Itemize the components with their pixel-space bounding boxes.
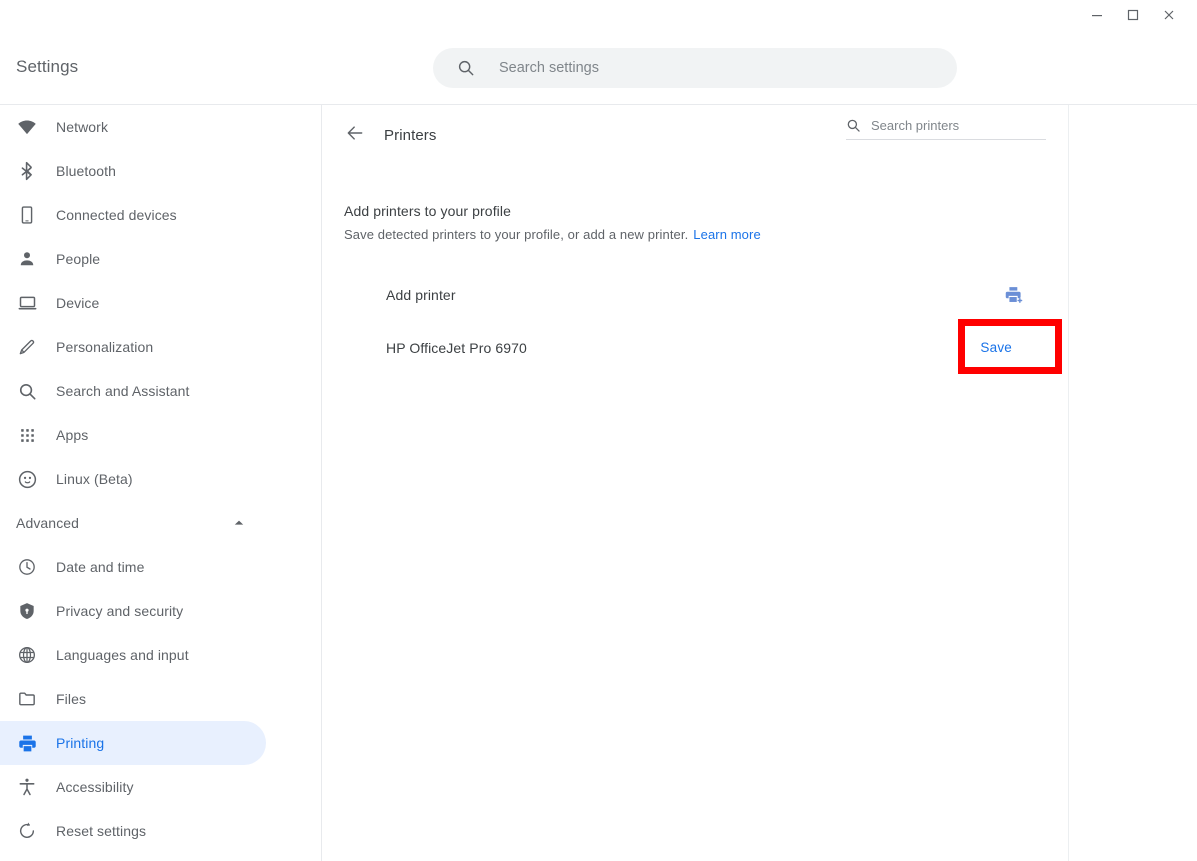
- sidebar-item-label: Privacy and security: [56, 603, 184, 619]
- printer-name: HP OfficeJet Pro 6970: [386, 339, 527, 356]
- sidebar-advanced-toggle[interactable]: Advanced: [0, 501, 321, 545]
- maximize-button[interactable]: [1115, 2, 1151, 28]
- linux-penguin-icon: [16, 468, 38, 490]
- sidebar-item-label: Reset settings: [56, 823, 147, 839]
- sidebar-item-linux-beta[interactable]: Linux (Beta): [0, 457, 266, 501]
- sidebar-item-people[interactable]: People: [0, 237, 266, 281]
- sidebar-item-label: Printing: [56, 735, 105, 751]
- section-description-text: Save detected printers to your profile, …: [344, 227, 689, 242]
- sidebar: Network Bluetooth Connected devices Peop…: [0, 105, 322, 861]
- search-printers-placeholder: Search printers: [871, 118, 960, 133]
- sidebar-item-privacy-and-security[interactable]: Privacy and security: [0, 589, 266, 633]
- printers-header: Printers Search printers: [322, 105, 1068, 165]
- back-button[interactable]: [344, 124, 366, 146]
- sidebar-item-reset-settings[interactable]: Reset settings: [0, 809, 266, 853]
- search-icon: [16, 380, 38, 402]
- sidebar-item-label: Apps: [56, 427, 89, 443]
- sidebar-item-languages-and-input[interactable]: Languages and input: [0, 633, 266, 677]
- person-icon: [16, 248, 38, 270]
- sidebar-item-label: Personalization: [56, 339, 154, 355]
- shield-icon: [16, 600, 38, 622]
- accessibility-icon: [16, 776, 38, 798]
- search-settings-input[interactable]: Search settings: [433, 48, 957, 88]
- search-printers-input[interactable]: Search printers: [846, 118, 1046, 140]
- settings-header: Settings Search settings: [0, 30, 1197, 105]
- sidebar-item-connected-devices[interactable]: Connected devices: [0, 193, 266, 237]
- sidebar-item-label: Languages and input: [56, 647, 189, 663]
- minimize-button[interactable]: [1079, 2, 1115, 28]
- sidebar-item-accessibility[interactable]: Accessibility: [0, 765, 266, 809]
- sidebar-item-personalization[interactable]: Personalization: [0, 325, 266, 369]
- save-button[interactable]: Save: [966, 332, 1026, 363]
- sidebar-item-bluetooth[interactable]: Bluetooth: [0, 149, 266, 193]
- learn-more-link[interactable]: Learn more: [693, 227, 760, 242]
- sidebar-item-label: Connected devices: [56, 207, 177, 223]
- laptop-icon: [16, 292, 38, 314]
- sidebar-item-label: Bluetooth: [56, 163, 117, 179]
- sidebar-item-label: Files: [56, 691, 87, 707]
- sidebar-item-label: Search and Assistant: [56, 383, 190, 399]
- sidebar-item-label: Device: [56, 295, 100, 311]
- bluetooth-icon: [16, 160, 38, 182]
- chevron-up-icon: [233, 517, 245, 529]
- sidebar-item-search-and-assistant[interactable]: Search and Assistant: [0, 369, 266, 413]
- restore-icon: [16, 820, 38, 842]
- app-title: Settings: [16, 57, 79, 76]
- search-icon: [846, 118, 861, 133]
- close-button[interactable]: [1151, 2, 1187, 28]
- grid-apps-icon: [16, 424, 38, 446]
- sidebar-item-label: People: [56, 251, 101, 267]
- sidebar-item-printing[interactable]: Printing: [0, 721, 266, 765]
- globe-icon: [16, 644, 38, 666]
- right-pane: [1069, 105, 1197, 861]
- main-content: Printers Search printers Add printers to…: [322, 105, 1069, 861]
- clock-icon: [16, 556, 38, 578]
- arrow-back-icon: [345, 123, 365, 148]
- sidebar-item-label: Date and time: [56, 559, 145, 575]
- sidebar-item-device[interactable]: Device: [0, 281, 266, 325]
- list-item-detected-printer[interactable]: HP OfficeJet Pro 6970 Save: [386, 321, 1026, 374]
- add-printers-section: Add printers to your profile Save detect…: [322, 165, 1068, 374]
- settings-window: Settings Search settings Network Bluetoo…: [0, 0, 1197, 861]
- printer-list: Add printer HP OfficeJet Pro 6970 Save: [344, 268, 1046, 374]
- window-controls: [1079, 0, 1197, 30]
- printer-name: Add printer: [386, 286, 456, 303]
- sidebar-item-apps[interactable]: Apps: [0, 413, 266, 457]
- section-description: Save detected printers to your profile, …: [344, 227, 1046, 242]
- printer-icon: [16, 732, 38, 754]
- sidebar-item-network[interactable]: Network: [0, 105, 266, 149]
- folder-icon: [16, 688, 38, 710]
- printer-add-icon[interactable]: [1002, 283, 1026, 307]
- advanced-label: Advanced: [16, 515, 80, 531]
- sidebar-item-label: Linux (Beta): [56, 471, 133, 487]
- sidebar-item-label: Network: [56, 119, 109, 135]
- page-title: Printers: [384, 126, 437, 144]
- search-icon: [457, 59, 475, 77]
- title-bar: [0, 0, 1197, 30]
- search-settings-placeholder: Search settings: [499, 60, 599, 76]
- sidebar-item-date-and-time[interactable]: Date and time: [0, 545, 266, 589]
- pencil-icon: [16, 336, 38, 358]
- section-title: Add printers to your profile: [344, 203, 511, 219]
- wifi-icon: [16, 116, 38, 138]
- sidebar-item-label: Accessibility: [56, 779, 134, 795]
- phone-icon: [16, 204, 38, 226]
- list-item-add-printer[interactable]: Add printer: [386, 268, 1026, 321]
- sidebar-item-files[interactable]: Files: [0, 677, 266, 721]
